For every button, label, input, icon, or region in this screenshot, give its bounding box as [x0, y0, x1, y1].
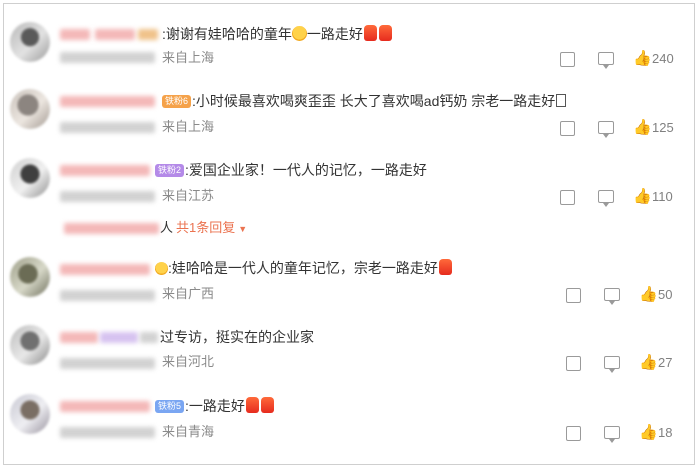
- reply-expand-link[interactable]: 共1条回复: [176, 220, 235, 235]
- location-label: 来自河北: [162, 354, 215, 369]
- candle-emoji-icon: [378, 25, 392, 41]
- candle-emoji-icon: [438, 259, 452, 275]
- username-blur: [95, 29, 135, 40]
- avatar[interactable]: [10, 89, 50, 129]
- username-blur: [60, 96, 155, 107]
- fan-badge[interactable]: 铁粉2: [155, 164, 185, 177]
- share-icon[interactable]: [566, 426, 581, 441]
- comment-icon[interactable]: [604, 356, 620, 373]
- avatar[interactable]: [10, 158, 50, 198]
- thumbs-up-icon[interactable]: 👍: [639, 424, 658, 442]
- location-label: 来自江苏: [162, 188, 215, 203]
- missing-glyph-icon: [556, 94, 567, 107]
- comment-icon[interactable]: [598, 52, 614, 69]
- avatar[interactable]: [10, 394, 50, 434]
- time-blur: [60, 52, 155, 63]
- username-blur: [100, 332, 138, 343]
- username-blur: [60, 29, 90, 40]
- share-icon[interactable]: [560, 190, 575, 205]
- comment-text: 铁粉6:小时候最喜欢喝爽歪歪 长大了喜欢喝ad钙奶 宗老一路走好: [162, 92, 567, 110]
- comment-actions: 👍 125: [560, 119, 700, 138]
- comment-icon[interactable]: [604, 288, 620, 305]
- comment-text: 铁粉5:一路走好: [155, 397, 275, 415]
- location-label: 来自上海: [162, 50, 215, 65]
- comment-body: 娃哈哈是一代人的童年记忆，宗老一路走好: [171, 260, 438, 276]
- location-label: 来自青海: [162, 424, 215, 439]
- username-blur: [60, 332, 98, 343]
- username-blur: [140, 332, 158, 343]
- fan-badge[interactable]: 铁粉5: [155, 400, 185, 413]
- like-count: 50: [658, 287, 673, 302]
- comment-actions: 👍 110: [560, 188, 700, 207]
- comment-icon[interactable]: [604, 426, 620, 443]
- candle-emoji-icon: [260, 397, 274, 413]
- comment-actions: 👍 240: [560, 50, 700, 69]
- time-blur: [60, 427, 155, 438]
- username-blur: [60, 401, 150, 412]
- thumbs-up-icon[interactable]: 👍: [633, 188, 652, 206]
- time-blur: [60, 358, 155, 369]
- emoji-face-icon: [291, 26, 307, 41]
- comment-text: :娃哈哈是一代人的童年记忆，宗老一路走好: [155, 259, 453, 277]
- candle-emoji-icon: [363, 25, 377, 41]
- share-icon[interactable]: [560, 52, 575, 67]
- like-count: 125: [652, 120, 674, 135]
- avatar[interactable]: [10, 22, 50, 62]
- thumbs-up-icon[interactable]: 👍: [639, 286, 658, 304]
- comment-body: 一路走好: [188, 398, 245, 414]
- comment-actions: 👍 18: [566, 424, 700, 443]
- share-icon[interactable]: [566, 288, 581, 303]
- comment-actions: 👍 50: [566, 286, 700, 305]
- comment-icon[interactable]: [598, 190, 614, 207]
- comment-icon[interactable]: [598, 121, 614, 138]
- comment-body: 过专访，挺实在的企业家: [160, 329, 314, 345]
- username-blur: [138, 29, 158, 40]
- time-blur: [60, 290, 155, 301]
- comment-body: 谢谢有娃哈哈的童年: [165, 26, 292, 42]
- reply-user-blur: [64, 223, 159, 234]
- comment-list: [3, 3, 695, 465]
- thumbs-up-icon[interactable]: 👍: [633, 50, 652, 68]
- location-label: 来自广西: [162, 286, 215, 301]
- thumbs-up-icon[interactable]: 👍: [633, 119, 652, 137]
- caret-down-icon[interactable]: ▼: [238, 224, 247, 234]
- avatar[interactable]: [10, 257, 50, 297]
- candle-emoji-icon: [245, 397, 259, 413]
- location-label: 来自上海: [162, 119, 215, 134]
- hand-emoji-icon: [155, 262, 168, 275]
- like-count: 18: [658, 425, 673, 440]
- like-count: 110: [652, 189, 673, 204]
- reply-suffix: 人: [160, 220, 174, 235]
- share-icon[interactable]: [566, 356, 581, 371]
- username-blur: [60, 264, 150, 275]
- time-blur: [60, 122, 155, 133]
- comment-text: 铁粉2:爱国企业家！一代人的记忆，一路走好: [155, 161, 427, 179]
- time-blur: [60, 191, 155, 202]
- like-count: 27: [658, 355, 673, 370]
- comment-text: 过专访，挺实在的企业家: [160, 328, 314, 346]
- avatar[interactable]: [10, 325, 50, 365]
- like-count: 240: [652, 51, 674, 66]
- comment-text: :谢谢有娃哈哈的童年 一路走好: [162, 25, 393, 43]
- comment-body: 爱国企业家！一代人的记忆，一路走好: [188, 162, 427, 178]
- comment-tail: 一路走好: [306, 26, 363, 42]
- comment-body: 小时候最喜欢喝爽歪歪 长大了喜欢喝ad钙奶 宗老一路走好: [195, 93, 556, 109]
- share-icon[interactable]: [560, 121, 575, 136]
- thumbs-up-icon[interactable]: 👍: [639, 354, 658, 372]
- comment-actions: 👍 27: [566, 354, 700, 373]
- reply-summary[interactable]: 人共1条回复 ▼: [160, 219, 247, 238]
- fan-badge[interactable]: 铁粉6: [162, 95, 192, 108]
- username-blur: [60, 165, 150, 176]
